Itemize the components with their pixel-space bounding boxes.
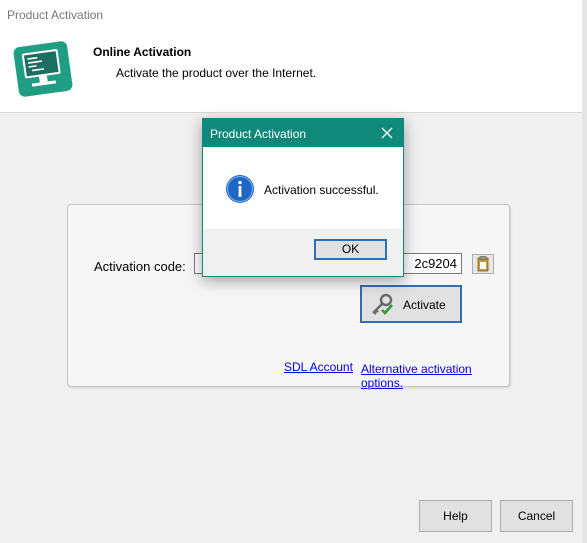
header-description: Activate the product over the Internet. <box>116 66 317 80</box>
window-titlebar: Product Activation <box>0 0 582 30</box>
close-icon[interactable] <box>375 122 399 144</box>
activate-button[interactable]: Activate <box>360 285 462 323</box>
ok-button[interactable]: OK <box>314 239 387 260</box>
clipboard-icon <box>477 256 489 272</box>
monitor-code-icon <box>13 41 73 97</box>
header-title: Online Activation <box>93 45 192 59</box>
cancel-button[interactable]: Cancel <box>500 500 573 532</box>
window-edge <box>582 0 587 543</box>
activation-code-label: Activation code: <box>94 259 186 274</box>
dialog-message: Activation successful. <box>264 183 379 197</box>
window-title: Product Activation <box>7 8 104 22</box>
header-banner: Online Activation Activate the product o… <box>0 30 582 113</box>
help-button[interactable]: Help <box>419 500 492 532</box>
activate-label: Activate <box>403 298 446 312</box>
info-icon <box>226 175 254 203</box>
message-dialog: Product Activation Activation successful… <box>202 118 404 277</box>
key-check-icon <box>372 293 393 315</box>
dialog-title: Product Activation <box>210 127 307 141</box>
paste-button[interactable] <box>472 254 494 274</box>
sdl-account-link[interactable]: SDL Account <box>284 360 353 374</box>
dialog-body: Activation successful. <box>203 147 403 229</box>
alternative-activation-link[interactable]: Alternative activation options. <box>361 362 509 390</box>
dialog-titlebar: Product Activation <box>203 119 403 147</box>
dialog-footer: OK <box>203 229 403 276</box>
